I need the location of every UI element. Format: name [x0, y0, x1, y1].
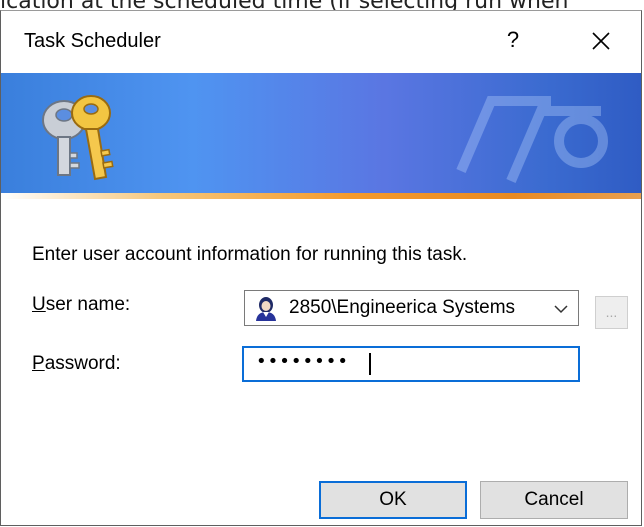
instruction-text: Enter user account information for runni… — [32, 244, 468, 265]
password-label: Password: — [32, 353, 121, 375]
password-label-text: assword: — [44, 353, 121, 374]
username-label-accelerator: U — [32, 294, 46, 315]
dialog-title: Task Scheduler — [24, 30, 161, 52]
cancel-button[interactable]: Cancel — [480, 481, 628, 519]
password-label-accelerator: P — [32, 353, 45, 374]
keys-icon — [42, 95, 114, 181]
banner-accent-bar — [1, 193, 641, 199]
browse-user-button[interactable]: ... — [595, 296, 628, 329]
help-button[interactable]: ? — [488, 19, 538, 61]
banner — [1, 73, 641, 199]
title-bar[interactable]: Task Scheduler ? — [1, 11, 641, 73]
task-scheduler-dialog: Task Scheduler ? Enter user account info… — [0, 10, 642, 526]
username-label-text: ser name: — [45, 294, 131, 315]
username-label: User name: — [32, 294, 130, 316]
user-icon — [256, 297, 276, 321]
close-button[interactable] — [576, 19, 626, 61]
password-value: •••••••• — [256, 351, 349, 372]
username-combobox[interactable]: 2850\Engineerica Systems — [244, 290, 579, 326]
password-field[interactable]: •••••••• — [242, 346, 580, 382]
ok-button[interactable]: OK — [319, 481, 467, 519]
username-value: 2850\Engineerica Systems — [289, 297, 516, 318]
text-caret — [369, 353, 371, 375]
chevron-down-icon[interactable] — [552, 300, 570, 318]
banner-watermark — [456, 96, 608, 183]
close-icon — [592, 31, 610, 50]
